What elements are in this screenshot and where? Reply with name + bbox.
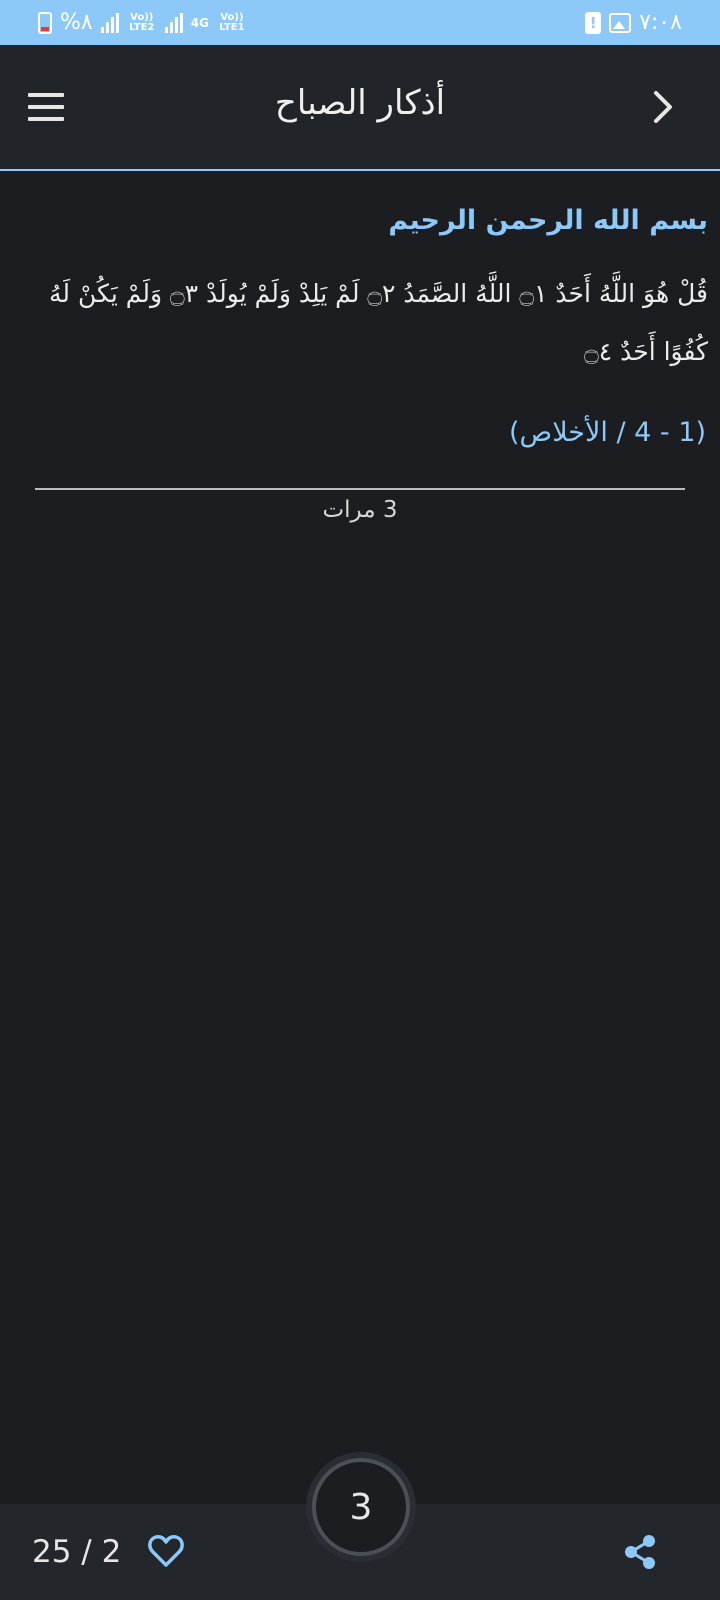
status-left: %٨ Vo)) LTE2 4G Vo)) LTE1	[38, 10, 247, 35]
sim2-label: Vo)) LTE2	[129, 11, 155, 33]
battery-percentage: %٨	[60, 10, 93, 35]
divider	[35, 488, 685, 490]
chevron-right-icon[interactable]	[648, 85, 678, 129]
page-counter: 25 / 2	[32, 1534, 122, 1570]
counter-button[interactable]: 3	[312, 1458, 410, 1556]
battery-icon	[38, 11, 52, 34]
network-type: 4G	[190, 15, 209, 30]
app-bar: أذكار الصباح	[0, 45, 720, 171]
page-title: أذكار الصباح	[274, 83, 446, 123]
status-right: ! ٧:٠٨	[585, 10, 682, 35]
signal-icon-2	[164, 12, 183, 33]
share-icon[interactable]	[622, 1534, 658, 1570]
image-icon	[609, 12, 632, 33]
signal-icon	[100, 12, 119, 33]
heart-icon[interactable]	[148, 1534, 184, 1568]
alert-icon: !	[585, 11, 602, 34]
status-bar: %٨ Vo)) LTE2 4G Vo)) LTE1 ! ٧:٠٨	[0, 0, 720, 45]
verse-reference: (1 - 4 / الأخلاص)	[509, 417, 706, 448]
sim1-label: Vo)) LTE1	[219, 11, 245, 33]
basmala-heading: بسم الله الرحمن الرحيم	[388, 205, 708, 236]
clock: ٧:٠٨	[639, 10, 682, 35]
repeat-count: 3 مرات	[322, 497, 398, 523]
verse-text: قُلْ هُوَ اللَّهُ أَحَدٌ ۝١ اللَّهُ الصَ…	[49, 279, 708, 366]
